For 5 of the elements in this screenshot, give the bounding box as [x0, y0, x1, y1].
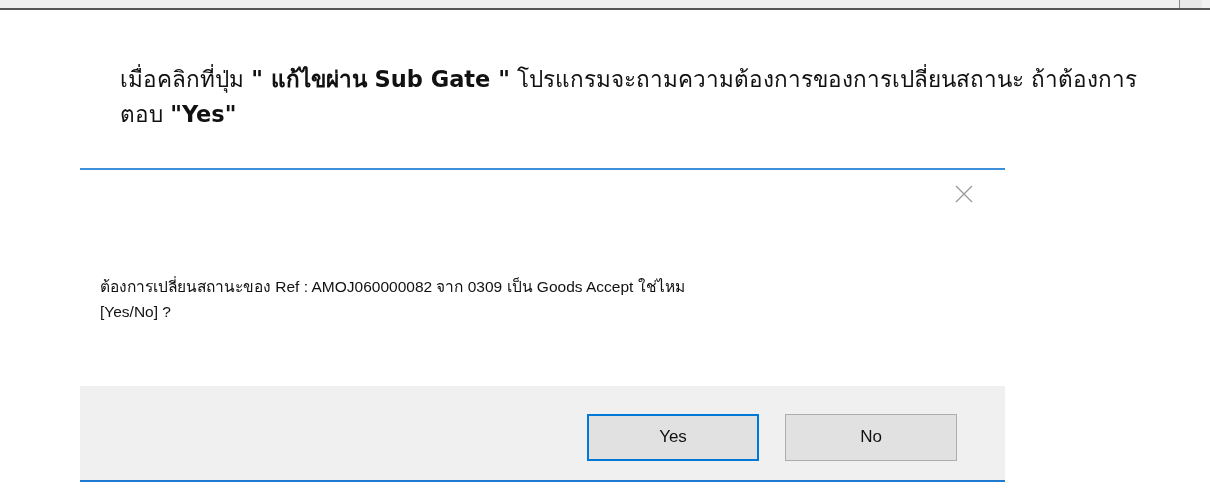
close-icon[interactable]	[955, 185, 973, 203]
dialog-button[interactable]: No	[785, 413, 957, 461]
dialog-button[interactable]: Yes	[587, 413, 759, 461]
dialog-message: ต้องการเปลี่ยนสถานะของ Ref : AMOJ060000082 จาก 0309 เป็น Goods Accept ใช่ไหม [Yes/No] ?	[100, 275, 686, 322]
instruction-text: เมื่อคลิกที่ปุ่ม " แก้ไขผ่าน Sub Gate " โปรแกรมจะถามความต้องการของการเปลี่ยนสถานะ ถ้าต้องการตอบ "Yes"	[120, 63, 1139, 129]
